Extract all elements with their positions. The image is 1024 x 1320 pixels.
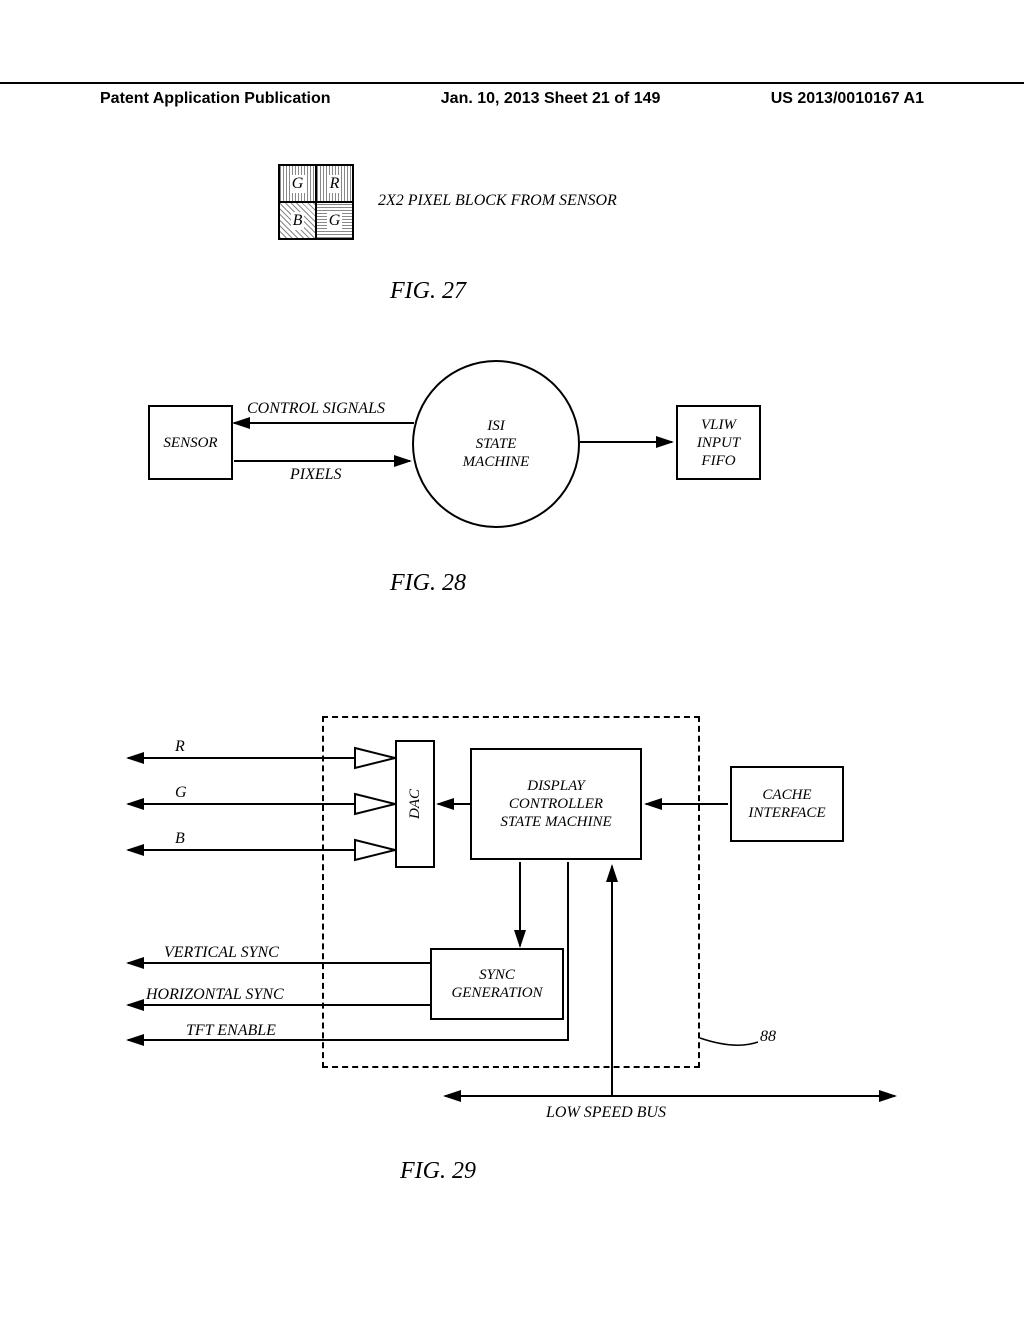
fig28-caption: FIG. 28: [390, 570, 466, 597]
r-label: R: [175, 738, 185, 756]
horizontal-sync-label: HORIZONTAL SYNC: [146, 986, 284, 1004]
sync-generation-box: SYNC GENERATION: [430, 948, 564, 1020]
cache-interface-box: CACHE INTERFACE: [730, 766, 844, 842]
pixels-label: PIXELS: [290, 466, 342, 484]
low-speed-bus-label: LOW SPEED BUS: [546, 1104, 666, 1122]
vliw-fifo-box: VLIW INPUT FIFO: [676, 405, 761, 480]
sensor-box: SENSOR: [148, 405, 233, 480]
g-label: G: [175, 784, 187, 802]
fig28-arrows-svg: [0, 0, 1024, 1320]
b-label: B: [175, 830, 185, 848]
dac-box: DAC: [395, 740, 435, 868]
isi-state-machine-circle: ISI STATE MACHINE: [412, 360, 580, 528]
fig29-caption: FIG. 29: [400, 1158, 476, 1185]
display-controller-box: DISPLAY CONTROLLER STATE MACHINE: [470, 748, 642, 860]
ref-88: 88: [760, 1028, 776, 1046]
control-signals-label: CONTROL SIGNALS: [247, 400, 385, 418]
tft-enable-label: TFT ENABLE: [186, 1022, 276, 1040]
vertical-sync-label: VERTICAL SYNC: [164, 944, 279, 962]
